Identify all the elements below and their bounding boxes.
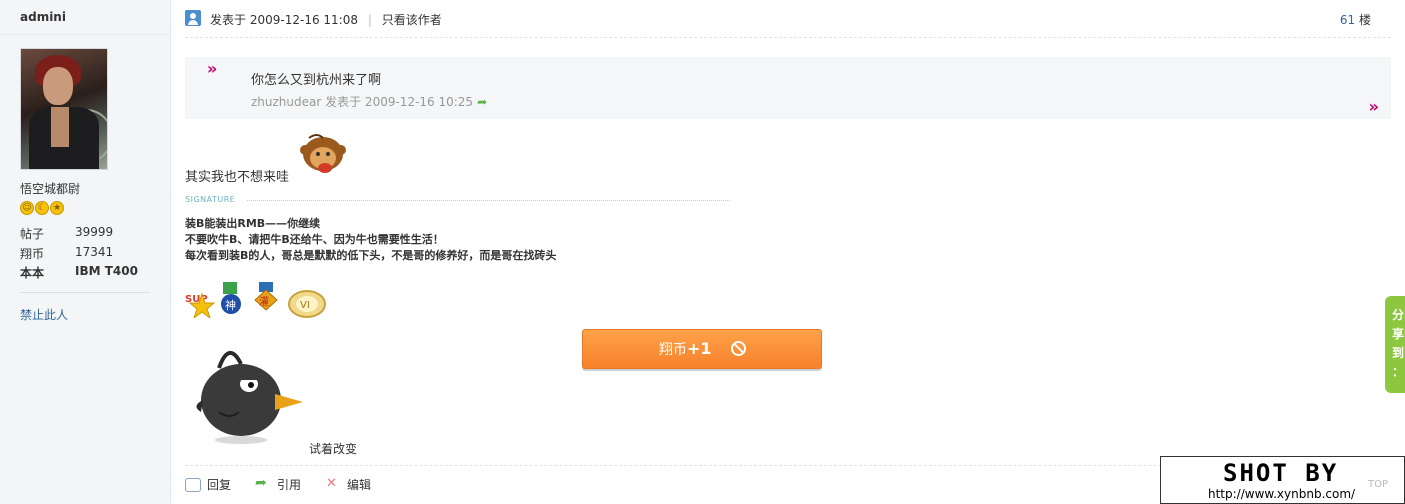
- reply-icon: [185, 477, 201, 492]
- angry-bird-image: [196, 351, 303, 444]
- sidebar-divider: [0, 34, 170, 35]
- monkey-emoticon-icon: [300, 134, 346, 173]
- moon-icon: ☾: [35, 201, 49, 215]
- star-icon: ★: [50, 201, 64, 215]
- svg-text:VI: VI: [300, 300, 310, 311]
- post-time: 2009-12-16 11:08: [249, 13, 358, 27]
- rank-stars: ☺ ☾ ★: [20, 201, 64, 215]
- svg-text:灌: 灌: [259, 296, 269, 308]
- divider: [185, 37, 1391, 38]
- vip-medal-icon[interactable]: VI: [287, 282, 327, 318]
- quote-meta: zhuzhudear 发表于 2009-12-16 10:25 ➦: [251, 95, 488, 109]
- super-star-medal-icon[interactable]: SUP: [185, 282, 215, 318]
- floor-number[interactable]: 61 楼: [1340, 11, 1371, 28]
- signature-label: SIGNATURE: [185, 195, 236, 204]
- user-icon: [185, 10, 201, 26]
- jump-to-post-icon[interactable]: ➦: [477, 95, 487, 109]
- avatar[interactable]: [20, 48, 108, 170]
- watermark: SHOT BY http://www.xynbnb.com/ TOP: [1160, 456, 1405, 504]
- ban-user-link[interactable]: 禁止此人: [20, 306, 68, 323]
- sidebar-divider: [20, 292, 150, 293]
- quote-button[interactable]: 引用: [255, 475, 301, 493]
- svg-text:神: 神: [225, 298, 236, 312]
- god-medal-icon[interactable]: 神: [219, 282, 249, 318]
- quote-open-icon: »: [207, 59, 218, 78]
- medals: SUP 神 灌 VI: [185, 282, 327, 318]
- share-tab[interactable]: 分 享 到 ：: [1385, 296, 1405, 393]
- edit-button[interactable]: 编辑: [325, 476, 371, 493]
- reply-button[interactable]: 回复: [185, 476, 231, 493]
- flood-medal-icon[interactable]: 灌: [253, 282, 283, 318]
- add-coin-button[interactable]: 翔币+1: [582, 329, 822, 369]
- signature-divider: [247, 200, 730, 201]
- signature: 装B能装出RMB——你继续 不要吹牛B、请把牛B还给牛、因为牛也需要性生活！ 每…: [185, 217, 557, 262]
- post-actions: 回复 引用 编辑: [185, 475, 371, 493]
- edit-x-icon: [325, 476, 341, 492]
- post-header: 发表于 2009-12-16 11:08 | 只看该作者 61 楼: [185, 8, 1391, 30]
- prohibit-icon: [731, 341, 746, 356]
- quote-close-icon: »: [1368, 97, 1379, 116]
- quote-block: » 你怎么又到杭州来了啊 zhuzhudear 发表于 2009-12-16 1…: [185, 57, 1391, 119]
- post-meta: 发表于 2009-12-16 11:08 | 只看该作者: [210, 13, 442, 27]
- sun-icon: ☺: [20, 201, 34, 215]
- stat-posts: 帖子 39999: [20, 225, 114, 241]
- author-name[interactable]: admini: [20, 10, 66, 24]
- quote-text: 你怎么又到杭州来了啊: [251, 73, 382, 88]
- post-body: 发表于 2009-12-16 11:08 | 只看该作者 61 楼 » 你怎么又…: [185, 0, 1391, 504]
- post-message: 其实我也不想来哇: [185, 170, 290, 185]
- quote-arrow-icon: [255, 475, 271, 492]
- user-rank-title: 悟空城都尉: [20, 182, 81, 196]
- only-author-link[interactable]: 只看该作者: [382, 13, 442, 27]
- back-to-top-link[interactable]: TOP: [1368, 479, 1388, 490]
- image-caption: 试着改变: [309, 442, 358, 456]
- user-sidebar: admini 悟空城都尉 ☺ ☾ ★ 帖子 39999 翔币 17341 本本 …: [0, 0, 171, 504]
- stat-coins: 翔币 17341: [20, 245, 114, 261]
- stat-laptop: 本本 IBM T400: [20, 264, 138, 280]
